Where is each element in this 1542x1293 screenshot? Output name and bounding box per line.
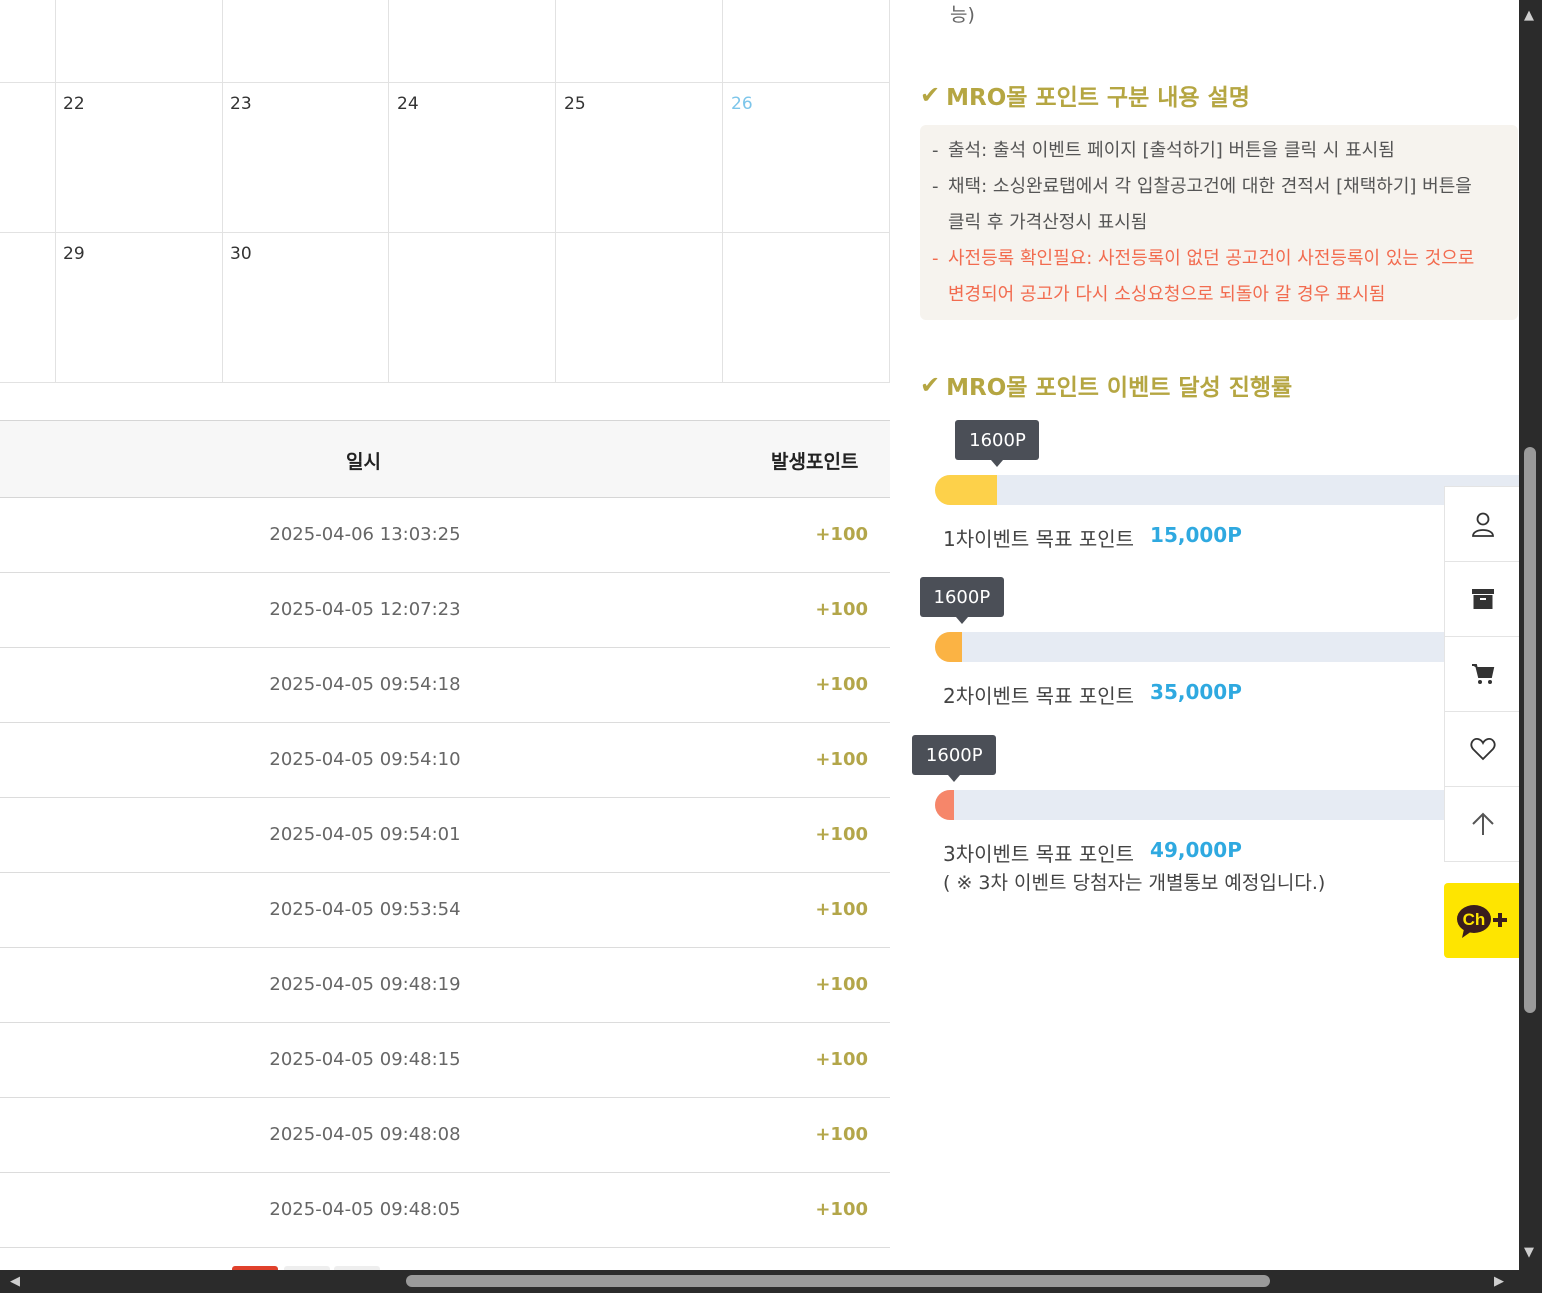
row-points: +100 [815,1124,868,1145]
progress-tooltip: 1600P [912,735,997,782]
row-date: 2025-04-05 12:07:23 [269,599,461,620]
row-points: +100 [815,824,868,845]
table-row: 2025-04-05 09:54:01 +100 [0,798,890,873]
user-icon [1471,512,1494,537]
calendar-day[interactable]: 29 [63,244,85,264]
goal-label: 1차이벤트 목표 포인트 [943,527,1135,551]
goal-value: 49,000P [1150,838,1242,862]
desc-line: - 채택: 소싱완료탭에서 각 입찰공고건에 대한 견적서 [채택하기] 버튼을 [932,176,1472,197]
header-points: 발생포인트 [771,451,859,473]
goal-value: 15,000P [1150,523,1242,547]
progress-bar-event-1 [935,475,1519,505]
quick-menu [1444,486,1519,862]
kakao-channel-button[interactable]: Ch [1444,883,1519,958]
table-row: 2025-04-05 09:54:10 +100 [0,723,890,798]
desc-line-warning: 변경되어 공고가 다시 소싱요청으로 되돌아 갈 경우 표시됨 [948,284,1386,305]
calendar-day[interactable]: 25 [564,94,586,114]
row-points: +100 [815,974,868,995]
cart-icon [1471,664,1494,684]
table-header: 일시 발생포인트 [0,420,890,498]
event-goal-3: 3차이벤트 목표 포인트 49,000P [943,838,1242,867]
check-icon: ✔ [920,371,941,399]
table-row: 2025-04-05 09:53:54 +100 [0,873,890,948]
goal-label: 3차이벤트 목표 포인트 [943,842,1135,866]
event-goal-1: 1차이벤트 목표 포인트 15,000P [943,523,1242,552]
row-points: +100 [815,899,868,920]
calendar-day-saturday[interactable]: 26 [731,94,753,114]
header-date: 일시 [346,451,381,473]
goal-value: 35,000P [1150,680,1242,704]
heart-icon [1469,738,1496,761]
vertical-scrollbar[interactable]: ▲ ▼ [1519,0,1542,1270]
progress-bar-event-2 [935,632,1519,662]
row-date: 2025-04-05 09:48:15 [269,1049,461,1070]
svg-text:Ch: Ch [1462,910,1485,929]
row-points: +100 [815,1199,868,1220]
row-date: 2025-04-05 09:54:18 [269,674,461,695]
attendance-calendar: 22 23 24 25 26 29 30 [0,0,890,383]
scroll-left-arrow-icon[interactable]: ◀ [10,1274,20,1289]
progress-fill [935,632,962,662]
horizontal-scroll-thumb[interactable] [406,1275,1270,1287]
vertical-scroll-thumb[interactable] [1524,447,1536,1013]
progress-bar-event-3 [935,790,1519,820]
arrow-up-icon [1471,812,1494,835]
desc-line: - 출석: 출석 이벤트 페이지 [출석하기] 버튼을 클릭 시 표시됨 [932,140,1395,161]
cut-text: 능) [950,4,975,26]
row-date: 2025-04-05 09:54:10 [269,749,461,770]
row-date: 2025-04-05 09:54:01 [269,824,461,845]
goal-label: 2차이벤트 목표 포인트 [943,684,1135,708]
calendar-day[interactable]: 22 [63,94,85,114]
row-date: 2025-04-05 09:48:08 [269,1124,461,1145]
desc-line: 클릭 후 가격산정시 표시됨 [948,212,1148,233]
section-title-point-types: ✔ MRO몰 포인트 구분 내용 설명 [920,78,1250,112]
row-points: +100 [815,674,868,695]
section-title-event-progress: ✔ MRO몰 포인트 이벤트 달성 진행률 [920,368,1292,402]
row-date: 2025-04-05 09:53:54 [269,899,461,920]
point-description-box: - 출석: 출석 이벤트 페이지 [출석하기] 버튼을 클릭 시 표시됨 - 채택:… [920,125,1518,320]
scroll-top-button[interactable] [1445,787,1519,861]
table-row: 2025-04-05 09:48:05 +100 [0,1173,890,1248]
cart-button[interactable] [1445,637,1519,712]
my-page-button[interactable] [1445,487,1519,562]
table-row: 2025-04-06 13:03:25 +100 [0,498,890,573]
page: 22 23 24 25 26 29 30 일시 발생포인트 2025-04-06… [0,0,1519,1270]
row-date: 2025-04-05 09:48:05 [269,1199,461,1220]
row-date: 2025-04-05 09:48:19 [269,974,461,995]
order-history-button[interactable] [1445,562,1519,637]
table-row: 2025-04-05 09:54:18 +100 [0,648,890,723]
desc-line-warning: - 사전등록 확인필요: 사전등록이 없던 공고건이 사전등록이 있는 것으로 [932,248,1475,269]
event-note: ( ※ 3차 이벤트 당첨자는 개별통보 예정입니다.) [943,872,1326,894]
row-points: +100 [815,524,868,545]
calendar-day[interactable]: 24 [397,94,419,114]
calendar-day[interactable]: 23 [230,94,252,114]
progress-tooltip: 1600P [955,420,1040,467]
progress-fill [935,475,998,505]
calendar-day[interactable]: 30 [230,244,252,264]
kakao-channel-icon: Ch [1456,904,1507,938]
table-row: 2025-04-05 09:48:08 +100 [0,1098,890,1173]
row-points: +100 [815,599,868,620]
archive-icon [1471,589,1494,609]
section-title-text: MRO몰 포인트 구분 내용 설명 [946,85,1250,111]
table-row: 2025-04-05 09:48:15 +100 [0,1023,890,1098]
section-title-text: MRO몰 포인트 이벤트 달성 진행률 [946,375,1293,401]
progress-fill [935,790,955,820]
row-date: 2025-04-06 13:03:25 [269,524,461,545]
horizontal-scrollbar[interactable]: ◀ ▶ [0,1270,1542,1293]
row-points: +100 [815,749,868,770]
scroll-right-arrow-icon[interactable]: ▶ [1494,1274,1504,1289]
scroll-up-arrow-icon[interactable]: ▲ [1524,8,1534,23]
event-goal-2: 2차이벤트 목표 포인트 35,000P [943,680,1242,709]
point-history-table: 일시 발생포인트 2025-04-06 13:03:25 +100 2025-04-… [0,420,890,1248]
scroll-down-arrow-icon[interactable]: ▼ [1524,1245,1534,1260]
table-row: 2025-04-05 09:48:19 +100 [0,948,890,1023]
progress-tooltip: 1600P [919,577,1004,624]
check-icon: ✔ [920,81,941,109]
table-row: 2025-04-05 12:07:23 +100 [0,573,890,648]
wishlist-button[interactable] [1445,712,1519,787]
row-points: +100 [815,1049,868,1070]
